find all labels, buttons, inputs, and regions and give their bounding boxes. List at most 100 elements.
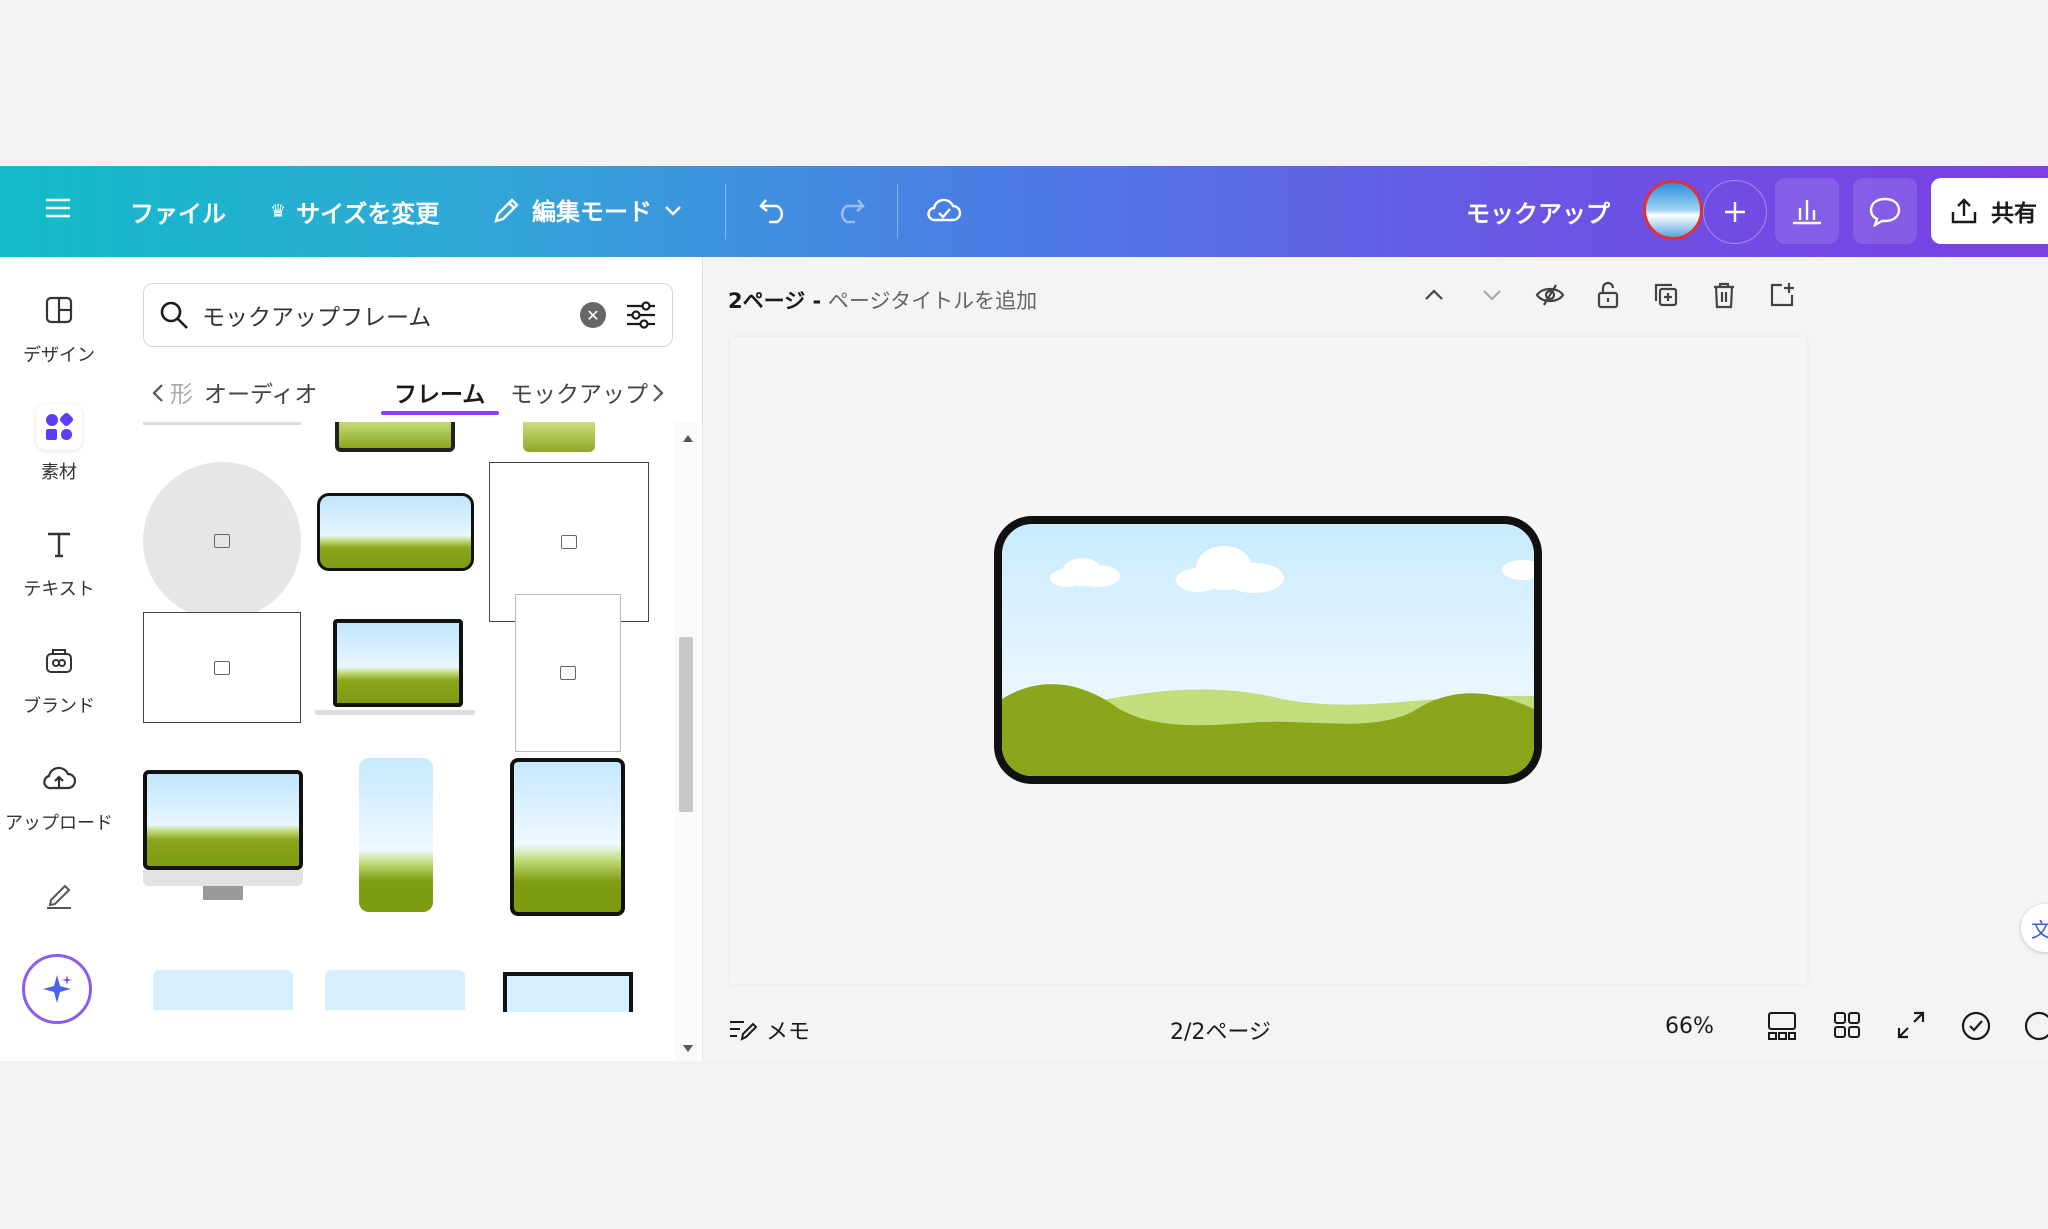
editor-app: ファイル ♛ サイズを変更 編集モード モックアップ 共有 デザイン 素材 テキ…: [0, 166, 2048, 1061]
hide-page-icon[interactable]: [1532, 277, 1568, 313]
check-icon[interactable]: [1960, 1010, 1992, 1042]
rail-item-design[interactable]: デザイン: [0, 287, 118, 367]
fullscreen-icon[interactable]: [1896, 1010, 1926, 1040]
add-page-icon[interactable]: [1764, 277, 1800, 313]
bottom-bar: メモ 2/2ページ 66%: [703, 992, 2048, 1061]
frame-thumbnail[interactable]: [153, 970, 293, 1010]
search-input[interactable]: モックアップフレーム ✕: [143, 283, 673, 347]
design-icon: [36, 287, 82, 333]
zoom-level-label: 66%: [1665, 1014, 1714, 1039]
file-menu-button[interactable]: ファイル: [130, 194, 226, 229]
search-value: モックアップフレーム: [202, 305, 432, 331]
plus-icon: [1725, 202, 1745, 222]
rail-item-elements[interactable]: 素材: [0, 404, 118, 484]
rail-item-draw[interactable]: [0, 872, 118, 918]
rail-label-brand: ブランド: [23, 696, 95, 717]
panel-scrollbar-thumb[interactable]: [679, 637, 693, 812]
lock-icon[interactable]: [1590, 277, 1626, 313]
notes-button[interactable]: メモ: [728, 1014, 810, 1046]
rail-item-uploads[interactable]: アップロード: [0, 755, 118, 835]
undo-icon[interactable]: [757, 194, 791, 226]
rectangle-frame-thumbnail[interactable]: [143, 612, 301, 723]
cloud-saved-icon[interactable]: [925, 194, 963, 226]
redo-icon[interactable]: [833, 194, 867, 226]
top-toolbar: ファイル ♛ サイズを変更 編集モード モックアップ 共有: [0, 166, 2048, 257]
avatar[interactable]: [1643, 180, 1703, 240]
help-icon[interactable]: [2023, 1010, 2048, 1042]
laptop-base: [315, 710, 475, 715]
page-title-input[interactable]: ページタイトルを追加: [828, 289, 1037, 313]
tab-shapes[interactable]: 形: [170, 375, 193, 409]
brand-icon: [36, 638, 82, 684]
monitor-stand: [203, 886, 243, 900]
rail-item-text[interactable]: テキスト: [0, 521, 118, 601]
document-title-label: モックアップ: [1466, 200, 1610, 228]
draw-icon: [36, 872, 82, 918]
page-count[interactable]: 2/2ページ: [1170, 1014, 1271, 1046]
phone-portrait-thumbnail[interactable]: [359, 758, 433, 912]
frame-thumbnail[interactable]: [143, 422, 301, 425]
delete-page-icon[interactable]: [1706, 277, 1742, 313]
scroll-down-arrow[interactable]: [683, 1045, 693, 1052]
sparkle-icon: [43, 975, 72, 1003]
toolbar-divider: [725, 184, 726, 239]
desktop-monitor-thumbnail[interactable]: [143, 770, 303, 870]
tab-mockups[interactable]: モックアップ: [510, 375, 648, 409]
frame-thumbnail[interactable]: [325, 970, 465, 1010]
image-placeholder-icon: [560, 666, 576, 680]
chevron-left-icon[interactable]: [148, 381, 168, 405]
scroll-up-arrow[interactable]: [683, 435, 693, 442]
menu-icon[interactable]: [44, 196, 72, 220]
edit-mode-button[interactable]: 編集モード: [492, 192, 684, 227]
clear-search-icon[interactable]: ✕: [580, 302, 606, 328]
comments-button[interactable]: [1853, 178, 1917, 244]
rail-label-elements: 素材: [41, 462, 77, 483]
page-actions: [1416, 277, 1800, 313]
grid-view-icon[interactable]: [1832, 1010, 1862, 1040]
chevron-down-icon: [665, 205, 681, 216]
zoom-level[interactable]: 66%: [1665, 1014, 1714, 1039]
invite-button[interactable]: [1703, 180, 1767, 244]
filter-icon[interactable]: [624, 299, 658, 331]
circle-frame-thumbnail[interactable]: [143, 462, 301, 620]
phone-mockup[interactable]: [994, 516, 1542, 784]
move-up-icon[interactable]: [1416, 277, 1452, 313]
rail-item-brand[interactable]: ブランド: [0, 638, 118, 718]
share-label: 共有: [1991, 201, 2037, 227]
toolbar-divider: [897, 184, 898, 239]
monitor-chin: [143, 870, 303, 886]
chevron-right-icon[interactable]: [648, 381, 668, 405]
translate-icon: 文: [2031, 917, 2048, 942]
share-button[interactable]: 共有: [1931, 178, 2048, 244]
tablet-thumbnail[interactable]: [510, 758, 625, 916]
landscape-illustration: [1002, 546, 1534, 776]
image-placeholder-icon: [214, 534, 230, 548]
category-tabs: 形 オーディオ フレーム モックアップ: [148, 369, 688, 415]
notes-icon: [730, 1021, 758, 1041]
phone-landscape-thumbnail[interactable]: [317, 493, 474, 571]
tab-frames[interactable]: フレーム: [394, 375, 485, 409]
frame-thumbnail[interactable]: [523, 422, 595, 452]
magic-assistant-button[interactable]: [22, 954, 92, 1024]
active-tab-indicator: [381, 411, 499, 415]
rail-label-design: デザイン: [23, 345, 95, 366]
left-rail: デザイン 素材 テキスト ブランド アップロード: [0, 257, 118, 1061]
crown-icon: ♛: [270, 201, 287, 222]
resize-button[interactable]: ♛ サイズを変更: [270, 194, 439, 229]
text-icon: [36, 521, 82, 567]
insights-button[interactable]: [1775, 178, 1839, 244]
duplicate-page-icon[interactable]: [1648, 277, 1684, 313]
frame-thumbnail[interactable]: [503, 972, 633, 1012]
notes-label: メモ: [766, 1020, 811, 1045]
tab-audio[interactable]: オーディオ: [204, 375, 317, 409]
laptop-thumbnail[interactable]: [333, 619, 463, 707]
portrait-frame-thumbnail[interactable]: [515, 594, 621, 752]
search-icon: [160, 301, 188, 329]
document-title[interactable]: モックアップ: [1466, 194, 1610, 229]
frame-thumbnail[interactable]: [335, 422, 455, 452]
upload-icon: [1951, 198, 1977, 224]
thumbnail-view-icon[interactable]: [1766, 1010, 1798, 1042]
move-down-icon[interactable]: [1474, 277, 1510, 313]
file-menu-label: ファイル: [130, 200, 226, 228]
elements-icon: [36, 404, 82, 450]
